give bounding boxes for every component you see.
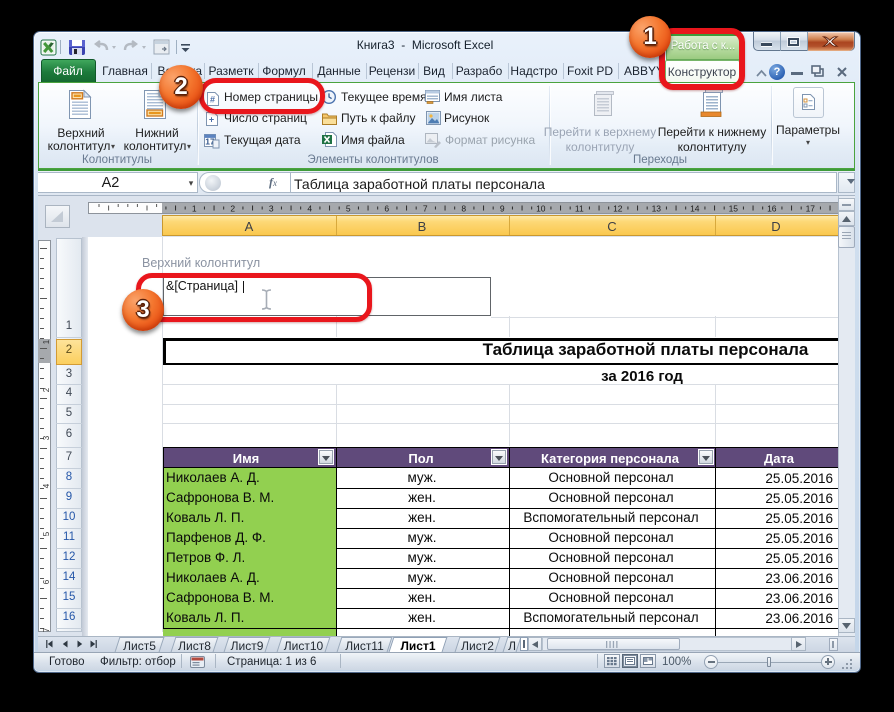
svg-text:15: 15 bbox=[729, 204, 739, 214]
svg-text:2: 2 bbox=[230, 204, 235, 214]
svg-text:16: 16 bbox=[767, 204, 777, 214]
svg-text:1: 1 bbox=[42, 339, 51, 344]
svg-text:4: 4 bbox=[42, 483, 51, 488]
svg-text:2: 2 bbox=[42, 387, 51, 392]
svg-text:14: 14 bbox=[690, 204, 700, 214]
svg-text:12: 12 bbox=[613, 204, 623, 214]
svg-text:4: 4 bbox=[307, 204, 312, 214]
svg-text:+: + bbox=[209, 115, 214, 125]
svg-text:6: 6 bbox=[384, 204, 389, 214]
svg-text:13: 13 bbox=[652, 204, 662, 214]
svg-text:11: 11 bbox=[575, 204, 584, 214]
svg-text:10: 10 bbox=[536, 204, 546, 214]
svg-text:17: 17 bbox=[806, 204, 816, 214]
svg-text:7: 7 bbox=[42, 627, 51, 632]
svg-text:7: 7 bbox=[423, 204, 428, 214]
svg-text:6: 6 bbox=[42, 579, 51, 584]
svg-text:5: 5 bbox=[42, 531, 51, 536]
svg-text:3: 3 bbox=[42, 435, 51, 440]
svg-text:5: 5 bbox=[346, 204, 351, 214]
svg-text:8: 8 bbox=[461, 204, 466, 214]
svg-text:1: 1 bbox=[192, 204, 197, 214]
svg-text:3: 3 bbox=[269, 204, 274, 214]
svg-text:9: 9 bbox=[500, 204, 505, 214]
